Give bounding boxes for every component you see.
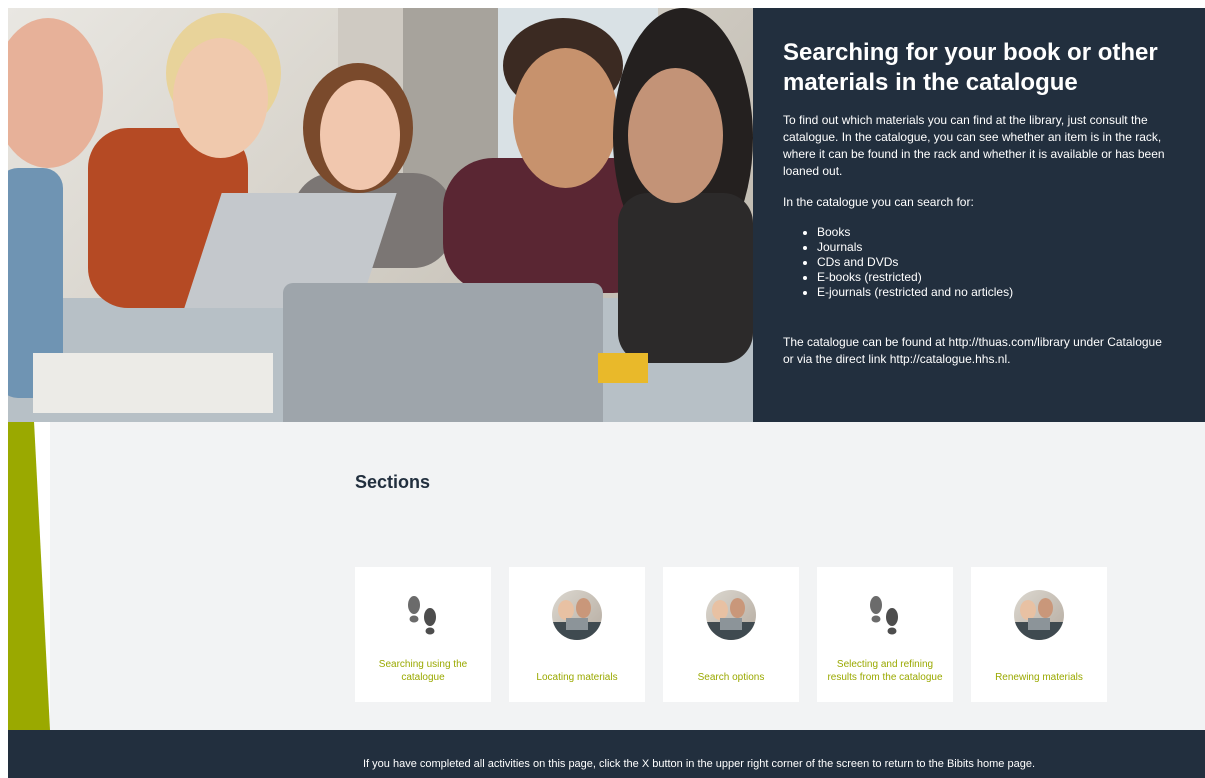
accent-bar [8, 422, 50, 730]
section-card-label: Locating materials [536, 672, 618, 683]
list-item: Books [817, 225, 1175, 240]
page-title: Searching for your book or other materia… [783, 39, 1158, 96]
list-intro-text: In the catalogue you can search for: [783, 195, 974, 209]
section-cards: Searching using the catalogue Locating m… [355, 567, 1107, 702]
section-card-label: Selecting and refining results from the … [827, 659, 943, 683]
material-types-list: Books Journals CDs and DVDs E-books (res… [783, 225, 1175, 300]
footprints-icon [395, 587, 451, 643]
section-card-search-options[interactable]: Search options [663, 567, 799, 702]
section-card-selecting-refining[interactable]: Selecting and refining results from the … [817, 567, 953, 702]
sections-heading: Sections [355, 472, 431, 492]
list-item: CDs and DVDs [817, 255, 1175, 270]
section-card-label: Search options [697, 672, 765, 683]
catalogue-info-panel: Searching for your book or other materia… [753, 8, 1205, 422]
footprints-icon [857, 587, 913, 643]
list-item: E-journals (restricted and no articles) [817, 285, 1175, 300]
students-avatar-icon [1011, 587, 1067, 643]
section-card-label: Renewing materials [995, 672, 1083, 683]
list-item: E-books (restricted) [817, 270, 1175, 285]
section-card-label: Searching using the catalogue [378, 659, 468, 683]
section-card-renewing-materials[interactable]: Renewing materials [971, 567, 1107, 702]
hero-banner: Searching for your book or other materia… [8, 8, 1205, 422]
list-item: Journals [817, 240, 1175, 255]
students-photo [8, 8, 753, 422]
footer-instructions: If you have completed all activities on … [363, 758, 1035, 770]
section-card-searching-catalogue[interactable]: Searching using the catalogue [355, 567, 491, 702]
section-card-locating-materials[interactable]: Locating materials [509, 567, 645, 702]
intro-text: To find out which materials you can find… [783, 113, 1165, 178]
catalogue-location-text: The catalogue can be found at http://thu… [783, 335, 1162, 366]
students-avatar-icon [549, 587, 605, 643]
footer: If you have completed all activities on … [8, 730, 1205, 778]
students-avatar-icon [703, 587, 759, 643]
